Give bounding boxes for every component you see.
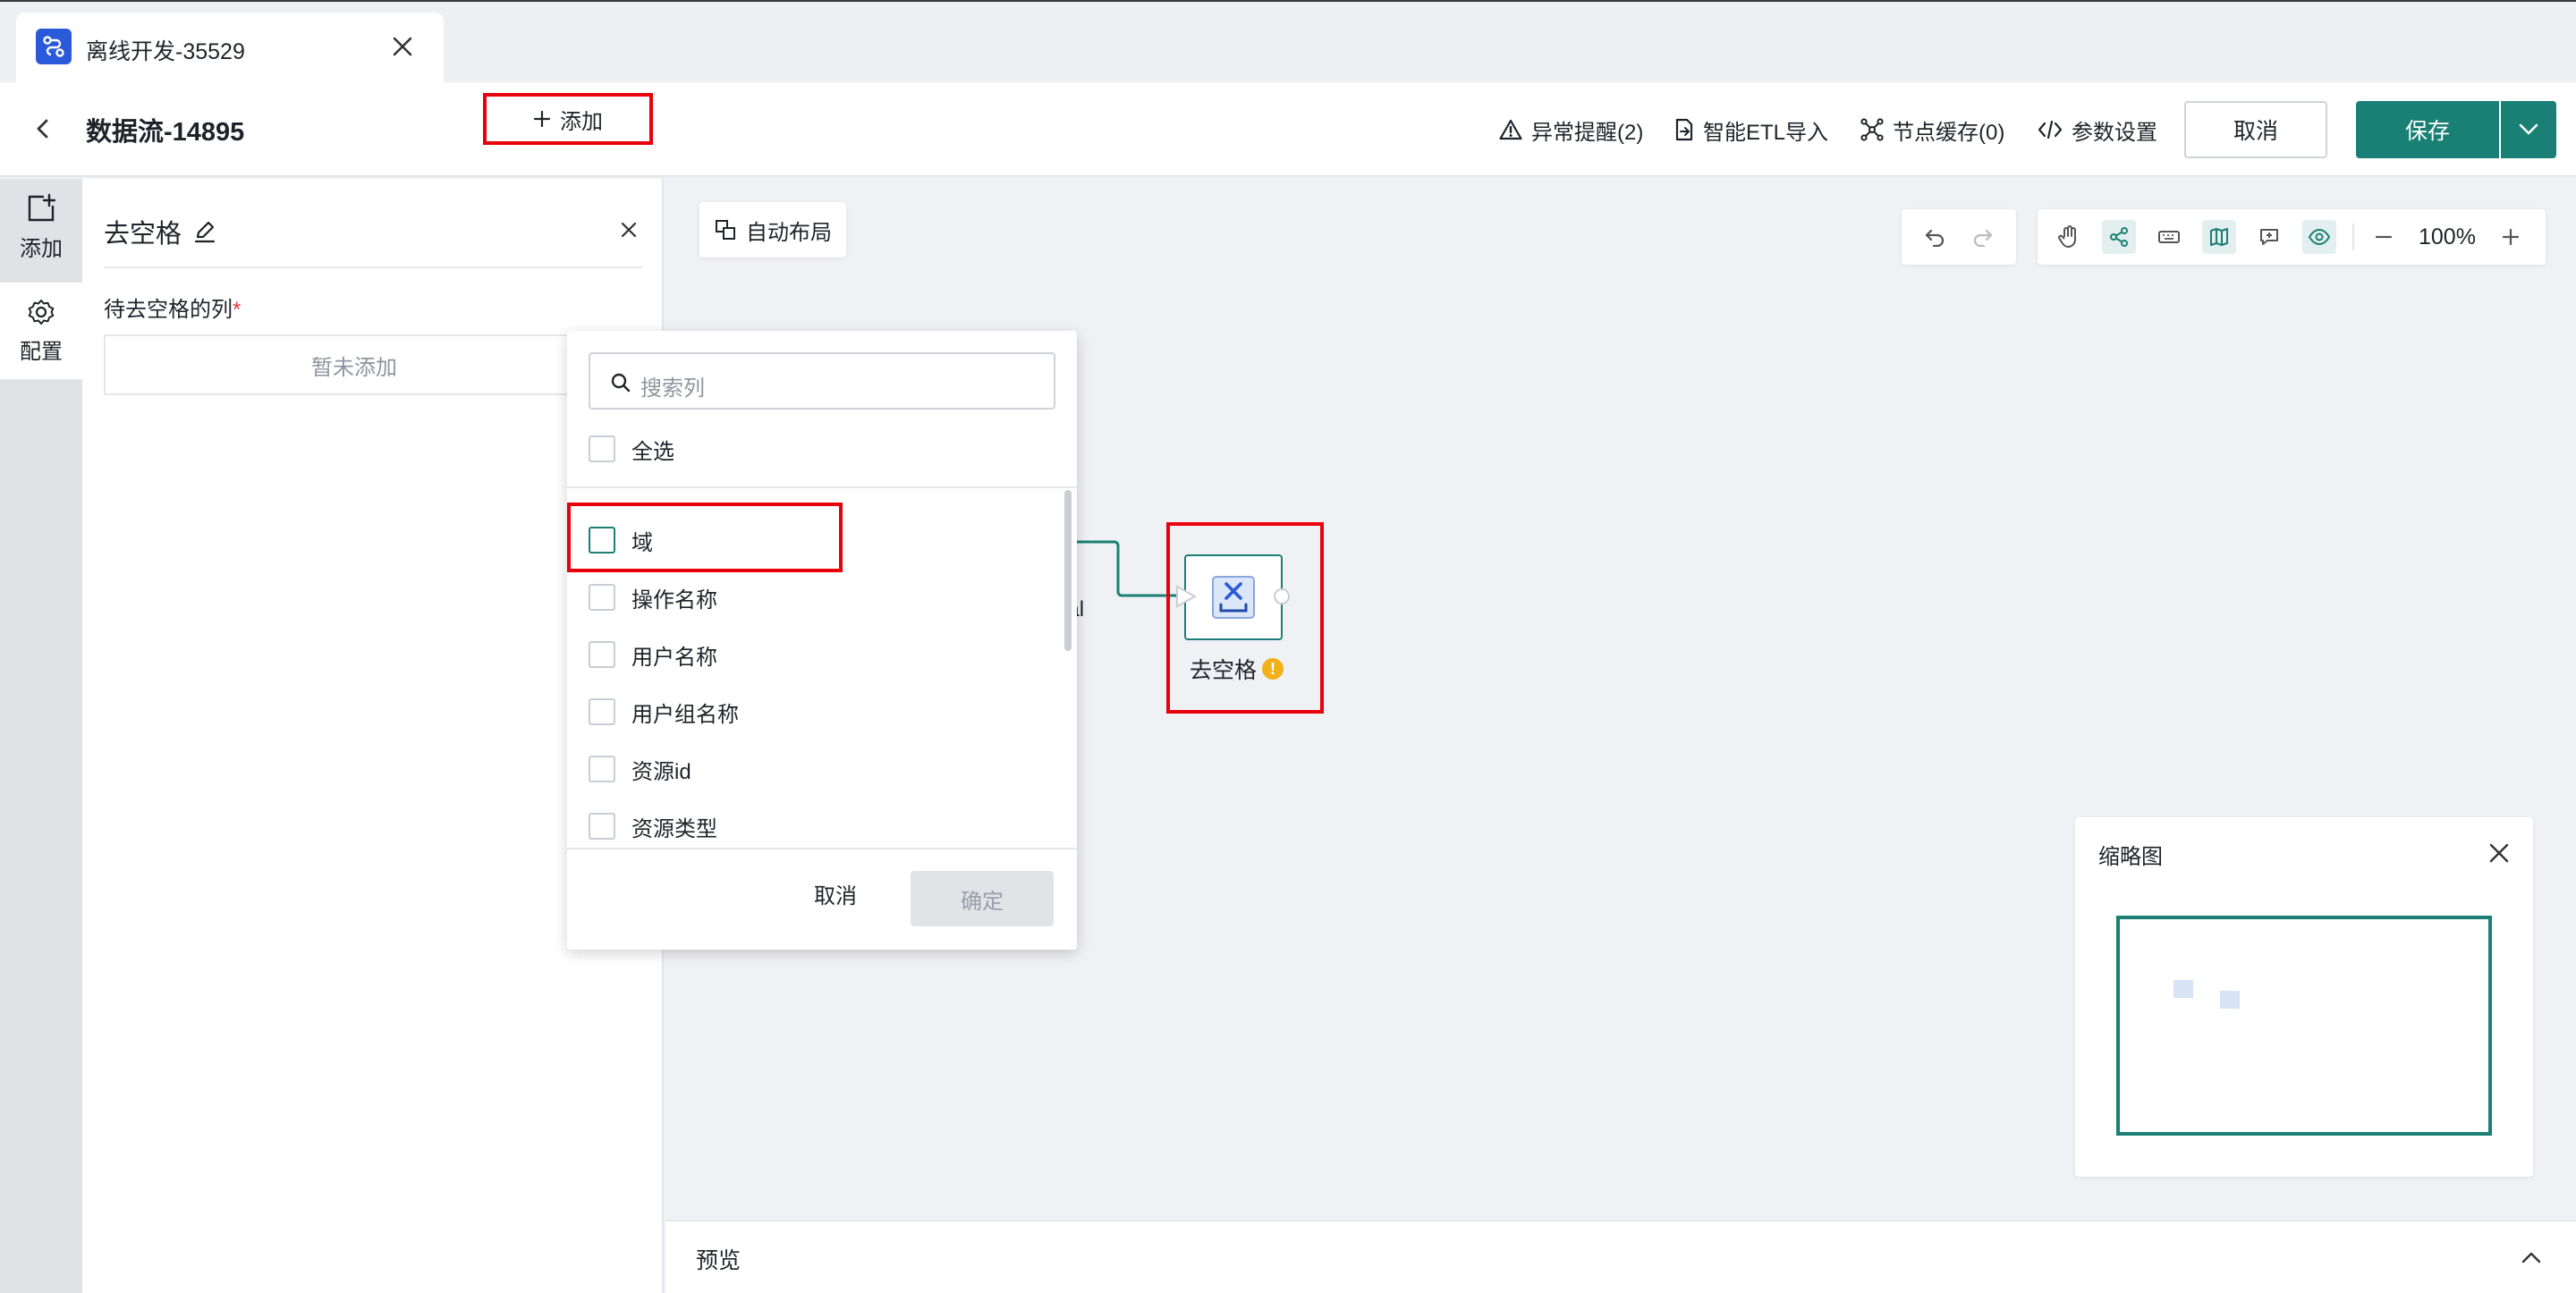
- tab-offline-dev[interactable]: 离线开发-35529: [16, 13, 444, 84]
- share-graph-icon[interactable]: [2102, 220, 2136, 254]
- node-highlight-box: [1166, 522, 1324, 714]
- cancel-button[interactable]: 取消: [2184, 101, 2327, 158]
- minimap-viewport[interactable]: [2116, 916, 2492, 1136]
- edit-icon[interactable]: [192, 219, 217, 244]
- node-cache-button[interactable]: 节点缓存(0): [1860, 111, 2004, 148]
- panel-title: 去空格: [104, 213, 217, 250]
- preview-title: 预览: [696, 1248, 741, 1273]
- minimap-node: [2174, 980, 2193, 998]
- map-icon[interactable]: [2202, 220, 2236, 254]
- warning-triangle-icon: [1499, 119, 1522, 140]
- list-item[interactable]: 用户名称: [589, 637, 717, 672]
- etl-import-label: 智能ETL导入: [1703, 120, 1829, 145]
- rail-add-label: 添加: [20, 236, 63, 261]
- add-node-icon: [28, 193, 56, 221]
- scrollbar[interactable]: [1064, 490, 1072, 651]
- divider: [567, 486, 1077, 488]
- alerts-label: 异常提醒(2): [1531, 120, 1644, 145]
- select-all-label: 全选: [631, 439, 674, 464]
- save-dropdown-button[interactable]: [2501, 101, 2556, 158]
- minimap-panel: 缩略图: [2075, 817, 2533, 1177]
- required-mark: *: [233, 298, 242, 322]
- keyboard-icon[interactable]: [2152, 220, 2186, 254]
- preview-bar[interactable]: 预览: [665, 1220, 2576, 1293]
- list-item[interactable]: 资源id: [589, 751, 691, 787]
- zoom-out-icon[interactable]: [2367, 220, 2401, 254]
- add-column-label: 添加: [560, 109, 603, 134]
- column-label-text: 待去空格的列: [104, 298, 233, 322]
- divider: [104, 266, 642, 268]
- select-all-checkbox[interactable]: 全选: [589, 431, 674, 467]
- canvas-toolbar: 100%: [2038, 209, 2546, 265]
- list-item-label: 操作名称: [631, 587, 717, 613]
- zoom-level: 100%: [2419, 224, 2476, 249]
- list-item-label: 用户名称: [631, 645, 717, 670]
- redo-icon[interactable]: [1966, 220, 2000, 254]
- zoom-in-icon[interactable]: [2494, 220, 2528, 254]
- page-title: 数据流-14895: [86, 118, 245, 147]
- comment-icon[interactable]: [2252, 220, 2286, 254]
- minimap-node: [2220, 991, 2240, 1009]
- checkbox[interactable]: [589, 584, 615, 611]
- list-item[interactable]: 用户组名称: [589, 694, 739, 730]
- rail-config[interactable]: 配置: [0, 283, 82, 379]
- panel-title-text: 去空格: [104, 220, 182, 249]
- list-item[interactable]: 资源类型: [589, 808, 717, 844]
- rail-config-label: 配置: [20, 339, 63, 364]
- auto-layout-label: 自动布局: [746, 220, 832, 245]
- params-label: 参数设置: [2072, 120, 2157, 145]
- alerts-button[interactable]: 异常提醒(2): [1499, 111, 1643, 148]
- chevron-up-icon[interactable]: [2515, 1241, 2547, 1273]
- add-column-button[interactable]: 添加: [483, 93, 653, 145]
- dropdown-cancel-button[interactable]: 取消: [791, 871, 880, 916]
- minimap-title: 缩略图: [2098, 845, 2163, 869]
- flow-icon: [36, 29, 72, 64]
- empty-columns-box: 暂未添加: [104, 334, 605, 395]
- file-import-icon: [1675, 118, 1693, 141]
- chevron-down-icon: [2519, 123, 2538, 135]
- back-arrow-icon[interactable]: [27, 113, 59, 145]
- hand-pan-icon[interactable]: [2052, 220, 2086, 254]
- plus-icon: [533, 110, 551, 128]
- search-input[interactable]: 搜索列: [589, 352, 1055, 410]
- close-icon[interactable]: [615, 216, 642, 243]
- column-select-dropdown: 搜索列 全选 域 操作名称 用户名称 用户组名称 资源id 资源类型 取消 确定: [567, 331, 1077, 950]
- list-item-label: 资源类型: [631, 816, 717, 841]
- rail-add[interactable]: 添加: [0, 179, 82, 275]
- checkbox[interactable]: [589, 813, 615, 840]
- list-item-label: 资源id: [631, 759, 691, 784]
- item-highlight-box: [567, 503, 843, 572]
- tab-bar: 离线开发-35529: [0, 0, 2576, 84]
- undo-icon[interactable]: [1918, 220, 1952, 254]
- close-icon[interactable]: [385, 29, 420, 64]
- etl-import-button[interactable]: 智能ETL导入: [1674, 111, 1828, 148]
- node-cache-label: 节点缓存(0): [1893, 120, 2005, 145]
- checkbox[interactable]: [589, 435, 615, 462]
- code-icon: [2038, 120, 2063, 139]
- checkbox[interactable]: [589, 641, 615, 668]
- tab-title: 离线开发-35529: [86, 39, 245, 64]
- layout-icon: [716, 220, 735, 240]
- list-item[interactable]: 操作名称: [589, 579, 717, 615]
- checkbox[interactable]: [589, 756, 615, 782]
- params-button[interactable]: 参数设置: [2038, 111, 2157, 148]
- dropdown-confirm-button[interactable]: 确定: [911, 871, 1054, 926]
- save-button[interactable]: 保存: [2356, 101, 2499, 158]
- eye-icon[interactable]: [2302, 220, 2336, 254]
- history-toolbar: [1902, 209, 2016, 265]
- search-placeholder: 搜索列: [640, 376, 705, 401]
- checkbox[interactable]: [589, 698, 615, 725]
- gear-icon: [28, 299, 55, 325]
- nodes-icon: [1860, 118, 1884, 141]
- page-header: 数据流-14895 异常提醒(2) 智能ETL导入 节点缓存(0) 参数设置 取…: [0, 82, 2576, 177]
- left-rail: 添加 配置: [0, 179, 82, 1293]
- toolbar-divider: [2352, 224, 2354, 250]
- divider: [567, 848, 1077, 849]
- close-icon[interactable]: [2483, 837, 2515, 869]
- auto-layout-button[interactable]: 自动布局: [699, 202, 846, 258]
- list-item-label: 用户组名称: [631, 702, 739, 727]
- column-label: 待去空格的列*: [104, 292, 241, 323]
- search-icon: [611, 373, 631, 393]
